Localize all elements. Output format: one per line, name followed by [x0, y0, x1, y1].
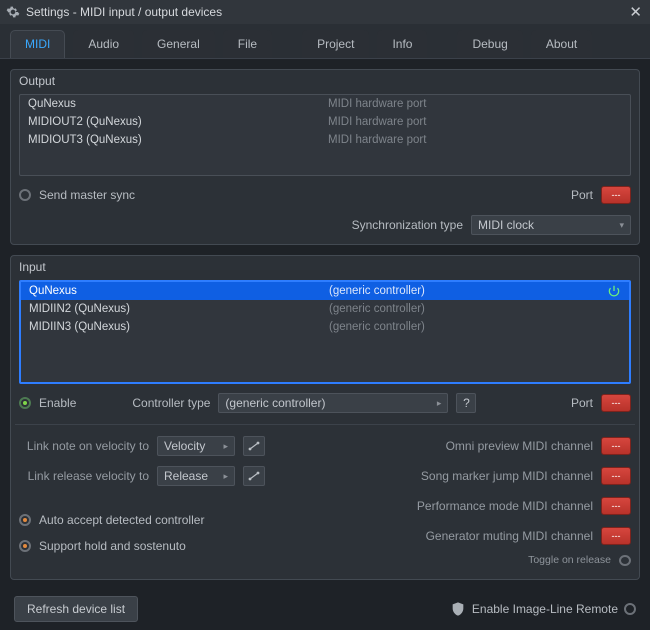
- input-port-knob[interactable]: ---: [601, 394, 631, 412]
- support-hold-toggle[interactable]: [19, 540, 31, 552]
- tab-midi[interactable]: MIDI: [10, 30, 65, 58]
- tab-project[interactable]: Project: [302, 30, 369, 58]
- link-release-label: Link release velocity to: [19, 469, 149, 483]
- close-icon[interactable]: ✕: [629, 3, 642, 21]
- link-note-on-dropdown[interactable]: Velocity ▸: [157, 436, 235, 456]
- title-bar: Settings - MIDI input / output devices ✕: [0, 0, 650, 24]
- input-title: Input: [19, 260, 631, 274]
- output-group: Output QuNexus MIDI hardware port MIDIOU…: [10, 69, 640, 245]
- chevron-right-icon: ▸: [223, 441, 228, 452]
- chevron-down-icon: ▾: [619, 220, 624, 231]
- sync-type-dropdown[interactable]: MIDI clock ▾: [471, 215, 631, 235]
- enable-label: Enable: [39, 396, 76, 410]
- tab-bar: MIDI Audio General File Project Info Deb…: [0, 24, 650, 59]
- output-port-label: Port: [571, 188, 593, 202]
- send-master-sync-toggle[interactable]: [19, 189, 31, 201]
- link-release-dropdown[interactable]: Release ▸: [157, 466, 235, 486]
- toggle-release-label: Toggle on release: [528, 554, 611, 566]
- list-item[interactable]: MIDIOUT2 (QuNexus) MIDI hardware port: [20, 113, 630, 131]
- curve-button[interactable]: [243, 436, 265, 456]
- list-item[interactable]: MIDIOUT3 (QuNexus) MIDI hardware port: [20, 131, 630, 149]
- perf-mode-knob[interactable]: ---: [601, 497, 631, 515]
- tab-file[interactable]: File: [223, 30, 272, 58]
- link-note-on-label: Link note on velocity to: [19, 439, 149, 453]
- input-port-label: Port: [571, 396, 593, 410]
- refresh-device-list-button[interactable]: Refresh device list: [14, 596, 138, 622]
- output-port-knob[interactable]: ---: [601, 186, 631, 204]
- auto-accept-toggle[interactable]: [19, 514, 31, 526]
- tab-general[interactable]: General: [142, 30, 215, 58]
- enable-remote-toggle[interactable]: [624, 603, 636, 615]
- omni-preview-knob[interactable]: ---: [601, 437, 631, 455]
- curve-icon: [247, 470, 261, 482]
- output-list[interactable]: QuNexus MIDI hardware port MIDIOUT2 (QuN…: [19, 94, 631, 176]
- chevron-right-icon: ▸: [437, 398, 442, 409]
- list-item[interactable]: MIDIIN2 (QuNexus) (generic controller): [21, 300, 629, 318]
- input-list[interactable]: QuNexus (generic controller) MIDIIN2 (Qu…: [19, 280, 631, 384]
- sync-type-label: Synchronization type: [352, 218, 463, 232]
- help-button[interactable]: ?: [456, 393, 476, 413]
- tab-audio[interactable]: Audio: [73, 30, 134, 58]
- gen-muting-knob[interactable]: ---: [601, 527, 631, 545]
- support-hold-label: Support hold and sostenuto: [39, 539, 186, 553]
- input-group: Input QuNexus (generic controller) MIDII…: [10, 255, 640, 580]
- enable-remote-label: Enable Image-Line Remote: [472, 602, 618, 616]
- list-item[interactable]: QuNexus MIDI hardware port: [20, 95, 630, 113]
- curve-button[interactable]: [243, 466, 265, 486]
- list-item[interactable]: QuNexus (generic controller): [21, 282, 629, 300]
- tab-about[interactable]: About: [531, 30, 592, 58]
- power-icon: [607, 284, 621, 298]
- curve-icon: [247, 440, 261, 452]
- enable-toggle[interactable]: [19, 397, 31, 409]
- tab-info[interactable]: Info: [377, 30, 427, 58]
- toggle-release-toggle[interactable]: [619, 555, 631, 566]
- song-marker-knob[interactable]: ---: [601, 467, 631, 485]
- shield-icon: [450, 601, 466, 617]
- tab-debug[interactable]: Debug: [457, 30, 522, 58]
- chevron-right-icon: ▸: [223, 471, 228, 482]
- controller-type-dropdown[interactable]: (generic controller) ▸: [218, 393, 448, 413]
- controller-type-label: Controller type: [132, 396, 210, 410]
- gear-icon: [6, 5, 20, 19]
- window-title: Settings - MIDI input / output devices: [26, 5, 222, 19]
- output-title: Output: [19, 74, 631, 88]
- list-item[interactable]: MIDIIN3 (QuNexus) (generic controller): [21, 318, 629, 336]
- send-master-sync-label: Send master sync: [39, 188, 135, 202]
- auto-accept-label: Auto accept detected controller: [39, 513, 204, 527]
